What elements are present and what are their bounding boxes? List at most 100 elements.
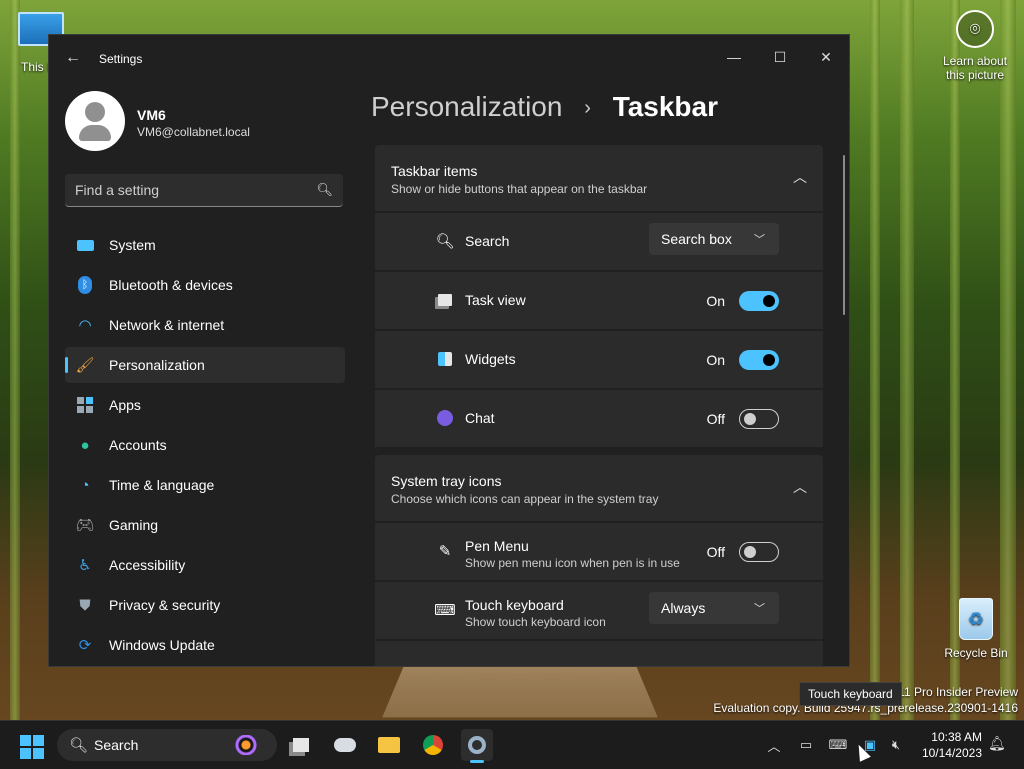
taskbar-search-label: Search [94,737,139,753]
task-view-row: Task view On [375,272,823,329]
sidebar-item-personalization[interactable]: 🖌︎ Personalization [65,347,345,383]
chevron-down-icon: ﹀ [754,603,765,615]
learn-about-picture-label: Learn about this picture [942,54,1008,82]
clock[interactable]: 10:38 AM 10/14/2023 [918,729,982,761]
learn-about-picture[interactable]: ⌾ Learn about this picture [940,10,1010,82]
tooltip: Touch keyboard [799,682,902,706]
wifi-icon: ◠ [78,317,92,334]
close-button[interactable]: ✕ [803,43,849,71]
sidebar-item-network[interactable]: ◠ Network & internet [65,307,345,343]
sidebar-item-label: Accounts [109,437,167,453]
chat-toggle[interactable] [739,409,779,429]
user-name: VM6 [137,107,166,123]
scrollbar[interactable] [843,155,845,315]
volume-muted-icon[interactable]: 🔇︎ [885,735,907,755]
chat-label: Chat [465,410,495,426]
network-disconnected-icon[interactable]: ▭ [795,735,817,755]
sidebar-item-accounts[interactable]: ● Accounts [65,427,345,463]
sidebar-item-label: Windows Update [109,637,215,653]
find-setting-input[interactable] [65,174,325,206]
section-subtitle: Choose which icons can appear in the sys… [391,492,659,506]
chevron-up-icon[interactable]: ︿ [793,167,807,187]
chevron-up-icon[interactable]: ︿ [763,735,785,755]
weather-icon[interactable] [329,729,361,761]
widgets-toggle[interactable] [739,350,779,370]
breadcrumb-parent[interactable]: Personalization [371,91,562,122]
sidebar-item-apps[interactable]: Apps [65,387,345,423]
touch-keyboard-dropdown[interactable]: Always ﹀ [649,592,779,624]
chat-row: Chat Off [375,390,823,447]
dropdown-value: Always [661,600,706,616]
widgets-row: Widgets On [375,331,823,388]
brush-icon: 🖌︎ [75,357,95,374]
system-tray-header[interactable]: System tray icons Choose which icons can… [375,455,823,521]
section-subtitle: Show or hide buttons that appear on the … [391,182,648,196]
settings-app-icon[interactable] [461,729,493,763]
sidebar-item-bluetooth[interactable]: ᛒ Bluetooth & devices [65,267,345,303]
sidebar-item-time-language[interactable]: ◔ Time & language [65,467,345,503]
chevron-up-icon[interactable]: ︿ [793,477,807,497]
sidebar-item-label: Privacy & security [109,597,221,613]
task-view-toggle[interactable] [739,291,779,311]
clock-time: 10:38 AM [931,730,982,744]
notification-bell-icon[interactable]: 🔔︎ [988,735,1006,752]
sidebar-item-label: Network & internet [109,317,225,333]
minimize-button[interactable]: — [711,43,757,71]
sidebar-item-label: Personalization [109,357,205,373]
section-title: System tray icons [391,473,502,489]
keyboard-icon: ⌨ [434,602,456,619]
task-view-label: Task view [465,292,526,308]
pen-menu-label: Pen Menu [465,538,529,554]
widgets-label: Widgets [465,351,516,367]
sidebar-item-gaming[interactable]: 🎮︎ Gaming [65,507,345,543]
bluetooth-icon: ᛒ [75,275,95,295]
widgets-state: On [706,352,725,368]
search-mode-dropdown[interactable]: Search box ﹀ [649,223,779,255]
recycle-bin[interactable]: ♻ Recycle Bin [942,598,1010,660]
start-button[interactable] [20,735,44,759]
update-icon: ⟳ [78,637,92,654]
keyboard-icon[interactable]: ⌨ [827,735,849,755]
widgets-icon [435,349,455,369]
recycle-bin-icon: ♻ [959,598,993,640]
settings-window: ← Settings — ☐ ✕ VM6 VM6@collabnet.local… [48,34,850,667]
sidebar-item-label: Time & language [109,477,215,493]
sidebar-item-system[interactable]: System [65,227,345,263]
shield-icon: ⛊ [79,596,91,614]
back-arrow-icon[interactable]: ← [65,49,81,67]
settings-content[interactable]: Taskbar items Show or hide buttons that … [375,145,823,666]
avatar[interactable] [65,91,125,151]
task-view-state: On [706,293,725,309]
maximize-button[interactable]: ☐ [757,43,803,71]
taskbar-search[interactable]: 🔍︎ Search [57,729,277,761]
search-icon: 🔍︎ [69,737,89,754]
touch-keyboard-row: ⌨ Touch keyboard Show touch keyboard ico… [375,582,823,639]
section-title: Taskbar items [391,163,478,179]
page-title: Taskbar [612,91,719,122]
search-icon[interactable]: 🔍︎ [316,182,333,198]
apps-icon [75,395,95,415]
task-view-icon [435,290,455,310]
sidebar-item-windows-update[interactable]: ⟳ Windows Update [65,627,345,663]
title-bar[interactable]: ← Settings — ☐ ✕ [49,35,849,81]
breadcrumb-separator: › [584,97,591,120]
sidebar-item-accessibility[interactable]: ♿︎ Accessibility [65,547,345,583]
find-setting-box[interactable]: 🔍︎ [65,174,343,207]
task-view-icon[interactable] [285,729,317,761]
next-row [375,641,823,666]
dropdown-value: Search box [661,231,732,247]
gamepad-icon: 🎮︎ [75,517,95,534]
search-icon: 🔍︎ [435,233,455,250]
search-highlight-icon [229,735,263,755]
touch-keyboard-sub: Show touch keyboard icon [465,615,606,629]
pen-menu-row: ✎ Pen Menu Show pen menu icon when pen i… [375,523,823,580]
pen-icon: ✎ [438,543,452,560]
sidebar-item-label: Bluetooth & devices [109,277,233,293]
chrome-icon[interactable] [417,729,449,761]
recycle-bin-label: Recycle Bin [944,646,1008,660]
file-explorer-icon[interactable] [373,729,405,761]
taskbar-items-header[interactable]: Taskbar items Show or hide buttons that … [375,145,823,211]
sidebar-item-privacy[interactable]: ⛊ Privacy & security [65,587,345,623]
pen-menu-sub: Show pen menu icon when pen is in use [465,556,680,570]
pen-menu-toggle[interactable] [739,542,779,562]
